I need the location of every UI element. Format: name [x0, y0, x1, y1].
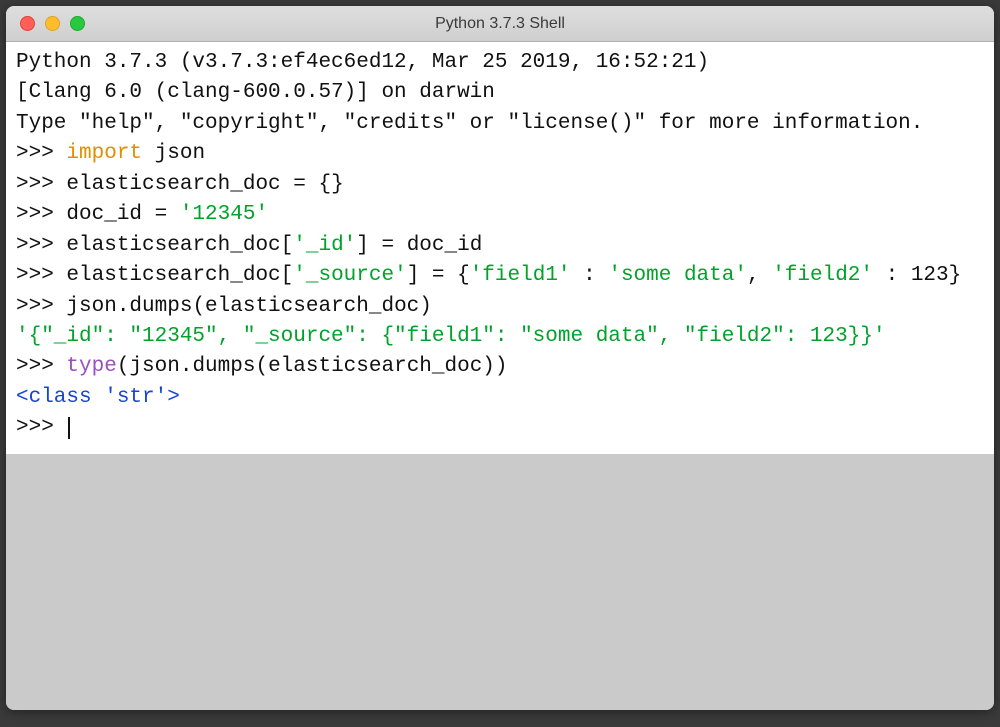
repl-line: >>> elasticsearch_doc = {} — [16, 170, 984, 200]
repl-prompt: >>> — [16, 416, 66, 439]
repl-segment: , — [747, 264, 772, 287]
zoom-icon[interactable] — [70, 16, 85, 31]
repl-segment: 'field2' — [772, 264, 873, 287]
repl-segment: elasticsearch_doc[ — [66, 264, 293, 287]
banner-line: [Clang 6.0 (clang-600.0.57)] on darwin — [16, 81, 495, 104]
repl-segment: import — [66, 142, 142, 165]
repl-line: >>> — [16, 413, 984, 443]
repl-segment: (json.dumps(elasticsearch_doc)) — [117, 355, 508, 378]
repl-segment: '_id' — [293, 234, 356, 257]
repl-prompt: >>> — [16, 355, 66, 378]
repl-body: >>> import json>>> elasticsearch_doc = {… — [16, 139, 984, 443]
repl-segment: type — [66, 355, 116, 378]
repl-segment: ] = doc_id — [356, 234, 482, 257]
window-title: Python 3.7.3 Shell — [6, 15, 994, 33]
repl-prompt: >>> — [16, 142, 66, 165]
repl-segment: '_source' — [293, 264, 406, 287]
banner-line: Python 3.7.3 (v3.7.3:ef4ec6ed12, Mar 25 … — [16, 51, 722, 74]
repl-segment: elasticsearch_doc = {} — [66, 173, 343, 196]
minimize-icon[interactable] — [45, 16, 60, 31]
repl-prompt: >>> — [16, 264, 66, 287]
repl-line: >>> elasticsearch_doc['_id'] = doc_id — [16, 231, 984, 261]
repl-segment: '12345' — [180, 203, 268, 226]
repl-prompt: >>> — [16, 173, 66, 196]
repl-line: >>> type(json.dumps(elasticsearch_doc)) — [16, 352, 984, 382]
repl-line: >>> elasticsearch_doc['_source'] = {'fie… — [16, 261, 984, 291]
titlebar[interactable]: Python 3.7.3 Shell — [6, 6, 994, 42]
repl-line: '{"_id": "12345", "_source": {"field1": … — [16, 322, 984, 352]
window-controls — [6, 16, 85, 31]
repl-segment: doc_id = — [66, 203, 179, 226]
repl-segment: 'some data' — [608, 264, 747, 287]
repl-segment: elasticsearch_doc[ — [66, 234, 293, 257]
shell-content[interactable]: Python 3.7.3 (v3.7.3:ef4ec6ed12, Mar 25 … — [6, 42, 994, 454]
repl-segment: : 123} — [873, 264, 961, 287]
text-cursor — [68, 417, 70, 439]
repl-line: >>> json.dumps(elasticsearch_doc) — [16, 292, 984, 322]
repl-segment: json — [142, 142, 205, 165]
repl-segment: : — [571, 264, 609, 287]
repl-prompt: >>> — [16, 203, 66, 226]
close-icon[interactable] — [20, 16, 35, 31]
repl-prompt: >>> — [16, 234, 66, 257]
repl-segment: 'field1' — [470, 264, 571, 287]
repl-segment: '{"_id": "12345", "_source": {"field1": … — [16, 325, 886, 348]
banner-line: Type "help", "copyright", "credits" or "… — [16, 112, 923, 135]
window-footer-space — [6, 454, 994, 710]
repl-prompt: >>> — [16, 295, 66, 318]
repl-line: >>> doc_id = '12345' — [16, 200, 984, 230]
idle-window: Python 3.7.3 Shell Python 3.7.3 (v3.7.3:… — [6, 6, 994, 710]
repl-segment: json.dumps(elasticsearch_doc) — [66, 295, 431, 318]
repl-line: <class 'str'> — [16, 383, 984, 413]
repl-segment: <class 'str'> — [16, 386, 180, 409]
repl-segment: ] = { — [407, 264, 470, 287]
repl-line: >>> import json — [16, 139, 984, 169]
